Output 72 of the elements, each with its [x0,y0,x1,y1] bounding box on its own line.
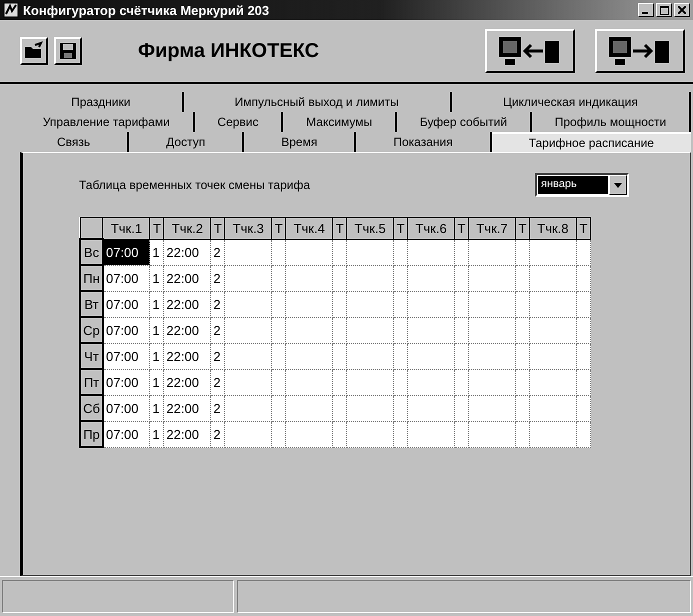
row-header: Пр [80,421,103,447]
column-header: Тчк.3 [224,218,272,239]
table-cell[interactable]: 2 [210,291,225,317]
window-title: Конфигуратор счётчика Меркурий 203 [23,2,270,18]
folder-icon [23,41,45,61]
table-cell[interactable]: 22:00 [164,317,211,343]
table-cell[interactable]: 22:00 [164,421,211,447]
table-cell[interactable]: 1 [150,421,164,447]
table-cell[interactable]: 2 [210,265,225,291]
column-header: Тчк.6 [408,218,455,239]
tab[interactable]: Тарифное расписание [492,132,691,152]
column-header: Т [394,218,408,239]
row-header: Вт [80,291,103,317]
month-dropdown[interactable]: январь [535,173,629,197]
column-header: Т [332,218,347,239]
row-header: Вс [80,239,103,265]
table-cell[interactable]: 22:00 [164,265,211,291]
save-button[interactable] [54,37,82,65]
column-header: Т [576,218,590,239]
minimize-button[interactable] [638,3,654,17]
table-caption: Таблица временных точек смены тарифа [79,178,311,192]
table-cell[interactable]: 2 [210,343,225,369]
table-cell[interactable]: 22:00 [164,369,211,395]
table-cell[interactable]: 07:00 [102,343,150,369]
table-cell[interactable]: 2 [210,369,225,395]
column-header: Т [515,218,530,239]
dropdown-arrow-icon [614,182,622,188]
table-cell[interactable]: 22:00 [164,395,211,421]
column-header: Т [210,218,225,239]
row-header: Чт [80,343,103,369]
table-cell[interactable]: 2 [210,421,225,447]
table-cell[interactable]: 1 [150,239,164,265]
close-icon [678,6,686,14]
column-header: Т [150,218,164,239]
table-cell[interactable]: 22:00 [164,239,211,265]
table-cell[interactable]: 07:00 [102,395,150,421]
table-cell[interactable]: 1 [150,369,164,395]
column-header: Тчк.1 [102,218,150,239]
company-name: Фирма ИНКОТЕКС [138,40,320,62]
column-header: Тчк.2 [164,218,211,239]
table-cell[interactable]: 2 [210,317,225,343]
write-to-meter-button[interactable] [595,29,685,73]
table-cell[interactable]: 1 [150,265,164,291]
open-button[interactable] [20,37,48,65]
close-button[interactable] [674,3,690,17]
column-header: Тчк.8 [529,218,576,239]
table-cell[interactable]: 07:00 [102,239,150,265]
table-cell[interactable]: 1 [150,291,164,317]
table-cell[interactable]: 1 [150,395,164,421]
table-cell[interactable]: 07:00 [102,291,150,317]
row-header: Ср [80,317,103,343]
column-header: Т [454,218,469,239]
row-header: Сб [80,395,103,421]
column-header: Тчк.7 [468,218,516,239]
column-header: Тчк.4 [286,218,333,239]
maximize-icon [660,6,668,14]
row-header: Пт [80,369,103,395]
table-cell[interactable]: 2 [210,239,225,265]
table-cell[interactable]: 07:00 [102,421,150,447]
table-cell[interactable]: 07:00 [102,369,150,395]
table-cell[interactable]: 1 [150,317,164,343]
table-cell[interactable]: 1 [150,343,164,369]
table-cell[interactable]: 22:00 [164,291,211,317]
table-cell[interactable]: 07:00 [102,265,150,291]
column-header: Тчк.5 [346,218,394,239]
table-cell[interactable]: 07:00 [102,317,150,343]
row-header: Пн [80,265,103,291]
table-cell[interactable]: 2 [210,395,225,421]
read-from-meter-button[interactable] [485,29,575,73]
maximize-button[interactable] [656,3,672,17]
column-header: Т [272,218,286,239]
table-cell[interactable]: 22:00 [164,343,211,369]
